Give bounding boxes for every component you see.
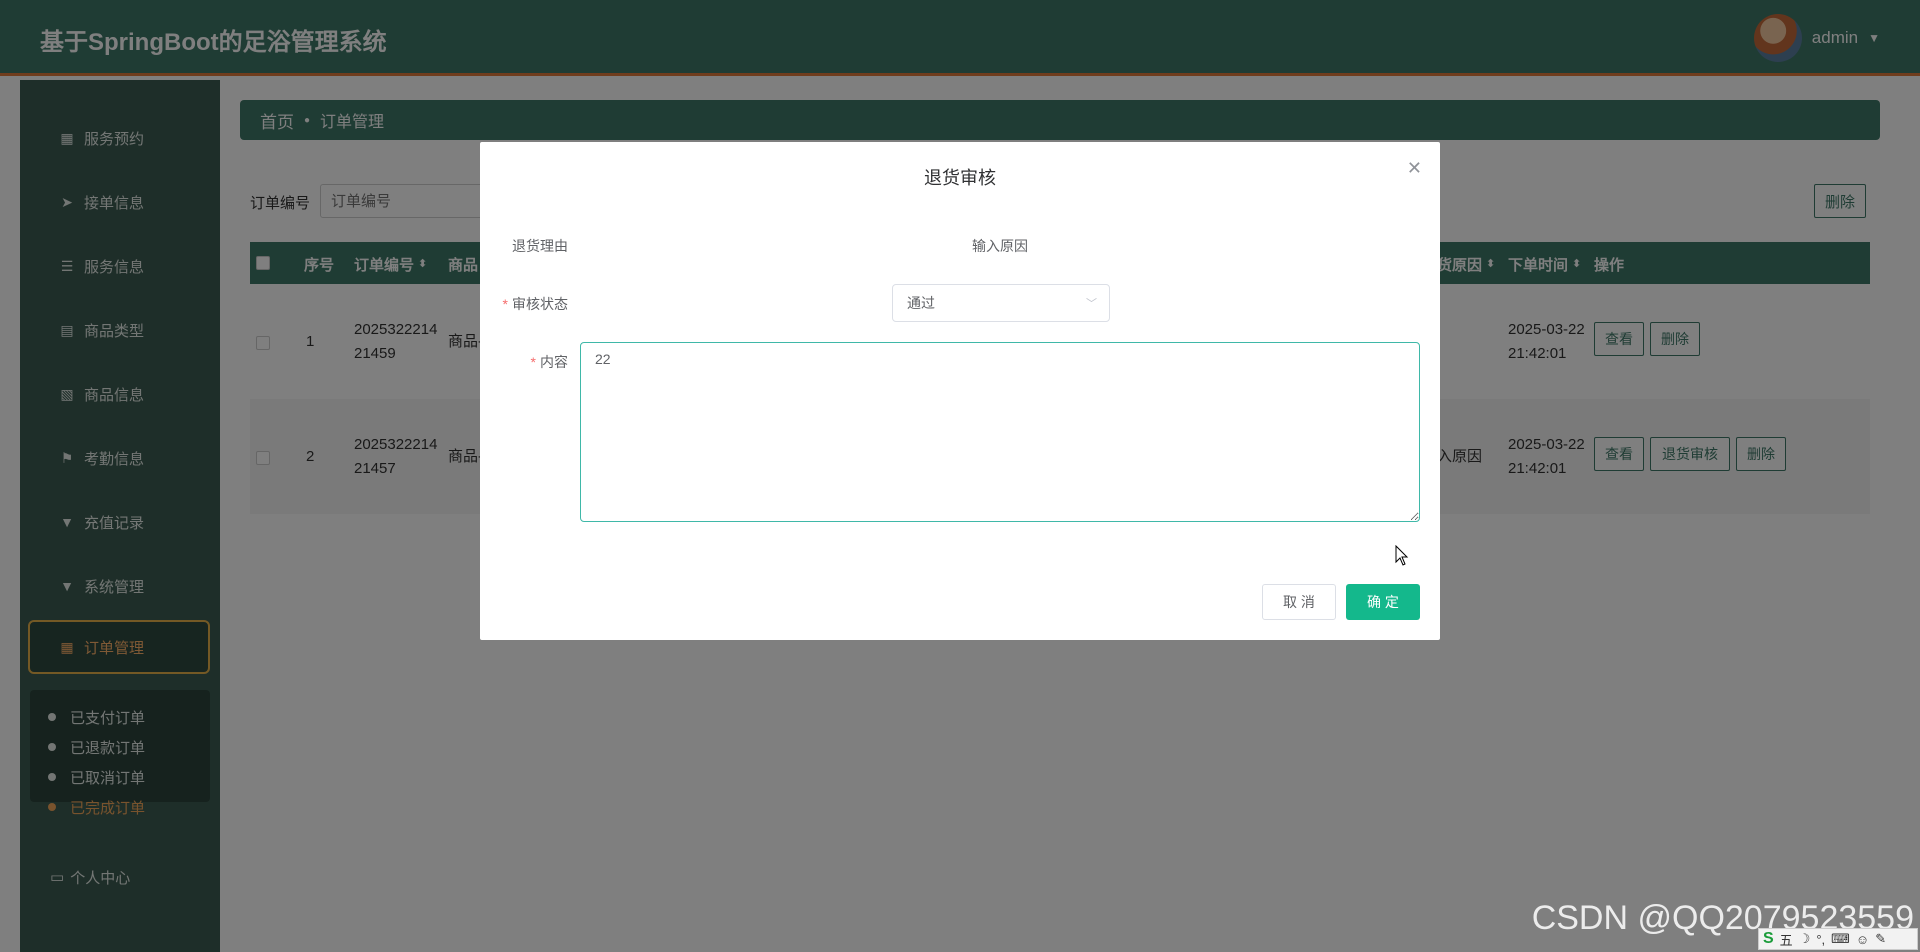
reason-value: 输入原因	[972, 238, 1028, 254]
punctuation-icon[interactable]: °,	[1816, 932, 1825, 947]
keyboard-icon[interactable]: ⌨	[1831, 931, 1850, 947]
content-label: * 内容	[530, 354, 568, 370]
reason-label: 退货理由	[512, 238, 568, 254]
user-icon[interactable]: ☺	[1856, 932, 1869, 947]
status-label: * 审核状态	[502, 296, 568, 312]
ime-logo: S	[1763, 930, 1774, 947]
close-icon[interactable]: ✕	[1407, 158, 1422, 179]
confirm-button[interactable]: 确 定	[1346, 584, 1420, 620]
ime-mode[interactable]: 五	[1780, 930, 1793, 949]
audit-status-select[interactable]: 通过 ﹀	[892, 284, 1110, 322]
ime-toolbar[interactable]: S 五 ☽ °, ⌨ ☺ ✎	[1758, 928, 1918, 950]
mouse-cursor-icon	[1395, 545, 1409, 566]
return-audit-dialog: 退货审核 ✕ 退货理由 输入原因 *审核状态 通过 ﹀ *内容 取 消 确 定	[480, 142, 1440, 640]
chevron-down-icon: ﹀	[1086, 298, 1097, 310]
select-value: 通过	[907, 295, 935, 311]
wrench-icon[interactable]: ✎	[1875, 931, 1886, 947]
content-textarea[interactable]	[580, 342, 1420, 522]
cancel-button[interactable]: 取 消	[1262, 584, 1336, 620]
dialog-title: 退货审核	[924, 168, 996, 188]
moon-icon[interactable]: ☽	[1799, 931, 1811, 947]
